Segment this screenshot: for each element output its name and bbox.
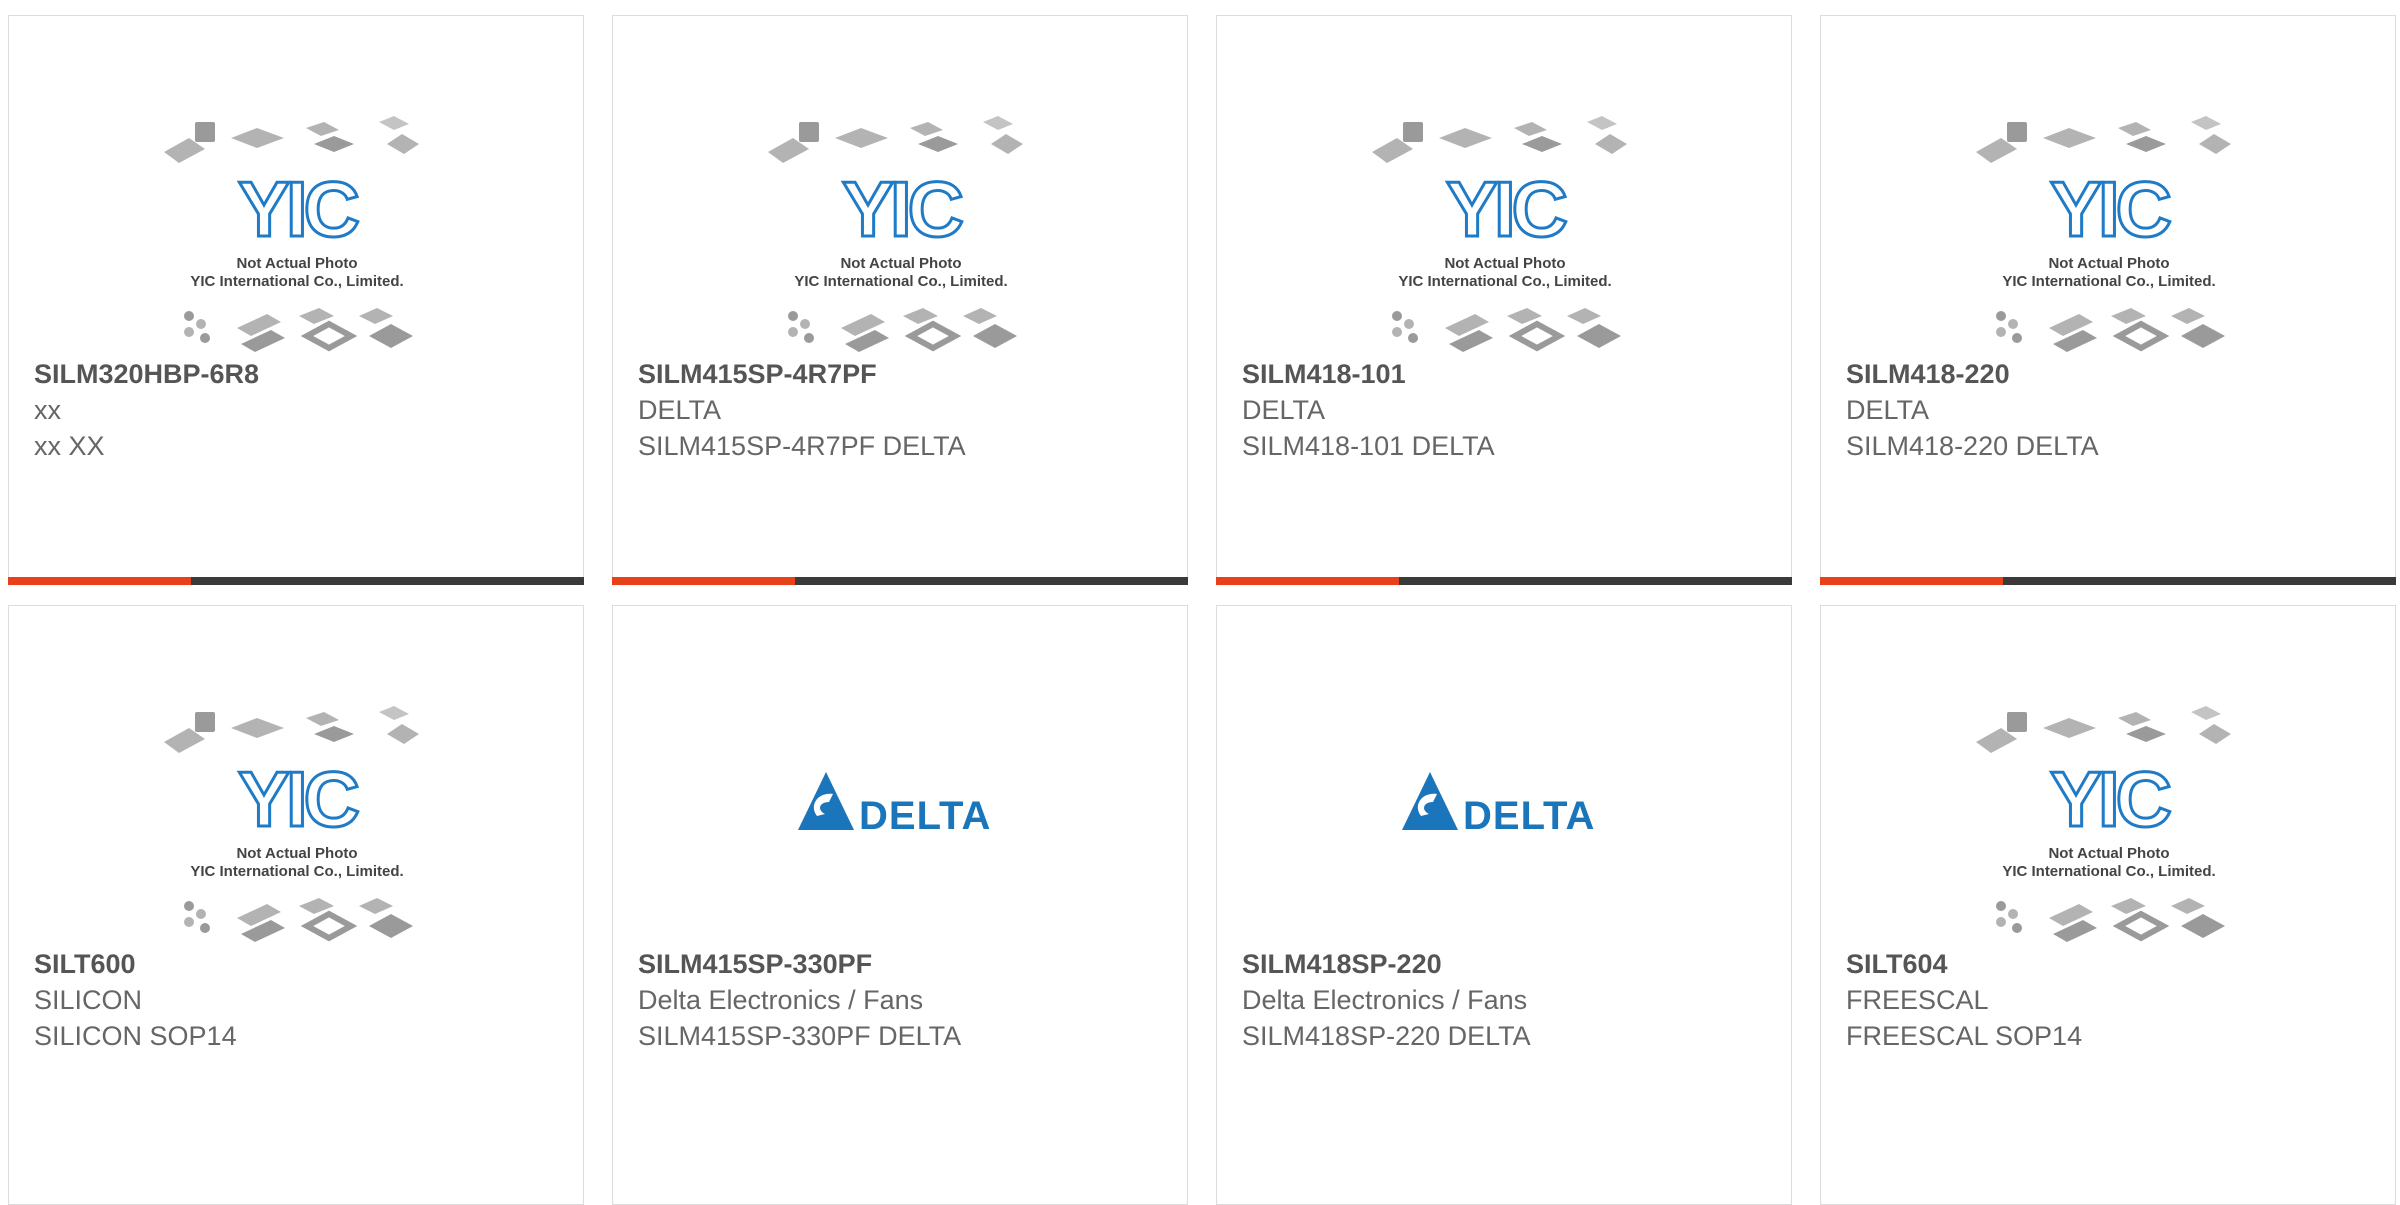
yic-logo-text: YIC: [238, 755, 359, 843]
product-card[interactable]: YIC Not Actual Photo YIC International Co.…: [1820, 15, 2396, 585]
card-bottom-bar: [1820, 577, 2396, 585]
card-bottom-bar: [8, 577, 584, 585]
yic-placeholder-image[interactable]: YIC Not Actual Photo YIC International Co.…: [9, 46, 583, 366]
delta-logo-text: DELTA: [1463, 794, 1595, 838]
company-name-label: YIC International Co., Limited.: [2002, 273, 2215, 290]
part-number[interactable]: SILM415SP-4R7PF: [638, 356, 1167, 392]
not-actual-photo-label: Not Actual Photo: [2048, 255, 2169, 272]
delta-logo-text: DELTA: [859, 794, 991, 838]
delta-logo-graphic: DELTA: [1402, 772, 1595, 838]
card-bottom-bar: [612, 577, 1188, 585]
description: SILICON SOP14: [34, 1021, 237, 1051]
product-card[interactable]: YIC Not Actual Photo YIC International Co.…: [1820, 605, 2396, 1205]
product-card[interactable]: DELTA SILM418SP-220 Delta Electronics / …: [1216, 605, 1792, 1205]
part-number[interactable]: SILM415SP-330PF: [638, 946, 1167, 982]
not-actual-photo-label: Not Actual Photo: [1444, 255, 1565, 272]
manufacturer: SILICON: [34, 985, 143, 1015]
yic-placeholder-graphic: YIC Not Actual PhotoYIC International Co.…: [164, 706, 419, 942]
description: xx XX: [34, 431, 105, 461]
delta-logo-image[interactable]: DELTA: [1217, 636, 1791, 956]
card-accent-bar: [1820, 577, 2003, 585]
product-grid: YIC Not Actual Photo YIC International Co.…: [0, 0, 2400, 1205]
description: SILM415SP-4R7PF DELTA: [638, 431, 966, 461]
part-number[interactable]: SILT604: [1846, 946, 2375, 982]
yic-placeholder-graphic: YIC Not Actual PhotoYIC International Co.…: [1372, 116, 1627, 352]
part-number[interactable]: SILM418-220: [1846, 356, 2375, 392]
product-card[interactable]: YIC Not Actual Photo YIC International Co.…: [1216, 15, 1792, 585]
manufacturer: Delta Electronics / Fans: [1242, 985, 1528, 1015]
company-name-label: YIC International Co., Limited.: [1398, 273, 1611, 290]
yic-logo-text: YIC: [1446, 165, 1567, 253]
yic-placeholder-graphic: YIC Not Actual PhotoYIC International Co.…: [164, 116, 419, 352]
yic-logo-text: YIC: [2050, 755, 2171, 843]
card-bottom-bar: [1216, 577, 1792, 585]
yic-placeholder-image[interactable]: YIC Not Actual Photo YIC International Co.…: [9, 636, 583, 956]
company-name-label: YIC International Co., Limited.: [794, 273, 1007, 290]
company-name-label: YIC International Co., Limited.: [190, 273, 403, 290]
part-number[interactable]: SILM418SP-220: [1242, 946, 1771, 982]
yic-logo-text: YIC: [842, 165, 963, 253]
yic-logo-text: YIC: [238, 165, 359, 253]
part-number[interactable]: SILM320HBP-6R8: [34, 356, 563, 392]
card-accent-bar: [1216, 577, 1399, 585]
delta-logo-image[interactable]: DELTA: [613, 636, 1187, 956]
delta-logo-graphic: DELTA: [798, 772, 991, 838]
product-card[interactable]: YIC Not Actual Photo YIC International Co.…: [8, 605, 584, 1205]
not-actual-photo-label: Not Actual Photo: [840, 255, 961, 272]
manufacturer: DELTA: [1242, 395, 1326, 425]
yic-placeholder-image[interactable]: YIC Not Actual Photo YIC International Co.…: [613, 46, 1187, 366]
description: FREESCAL SOP14: [1846, 1021, 2083, 1051]
not-actual-photo-label: Not Actual Photo: [2048, 845, 2169, 862]
product-card[interactable]: YIC Not Actual Photo YIC International Co.…: [8, 15, 584, 585]
product-card[interactable]: DELTA SILM415SP-330PF Delta Electronics …: [612, 605, 1188, 1205]
part-number[interactable]: SILM418-101: [1242, 356, 1771, 392]
description: SILM418SP-220 DELTA: [1242, 1021, 1531, 1051]
yic-placeholder-image[interactable]: YIC Not Actual Photo YIC International Co.…: [1821, 636, 2395, 956]
yic-placeholder-image[interactable]: YIC Not Actual Photo YIC International Co.…: [1217, 46, 1791, 366]
company-name-label: YIC International Co., Limited.: [2002, 863, 2215, 880]
not-actual-photo-label: Not Actual Photo: [236, 255, 357, 272]
yic-placeholder-graphic: YIC Not Actual PhotoYIC International Co.…: [768, 116, 1023, 352]
manufacturer: DELTA: [638, 395, 722, 425]
yic-logo-text: YIC: [2050, 165, 2171, 253]
card-accent-bar: [8, 577, 191, 585]
card-accent-bar: [612, 577, 795, 585]
yic-placeholder-image[interactable]: YIC Not Actual Photo YIC International Co.…: [1821, 46, 2395, 366]
manufacturer: FREESCAL: [1846, 985, 1989, 1015]
part-number[interactable]: SILT600: [34, 946, 563, 982]
manufacturer: xx: [34, 395, 61, 425]
not-actual-photo-label: Not Actual Photo: [236, 845, 357, 862]
description: SILM415SP-330PF DELTA: [638, 1021, 962, 1051]
yic-placeholder-graphic: YIC Not Actual PhotoYIC International Co.…: [1976, 706, 2231, 942]
product-card[interactable]: YIC Not Actual Photo YIC International Co.…: [612, 15, 1188, 585]
description: SILM418-101 DELTA: [1242, 431, 1495, 461]
company-name-label: YIC International Co., Limited.: [190, 863, 403, 880]
yic-placeholder-graphic: YIC Not Actual PhotoYIC International Co.…: [1976, 116, 2231, 352]
manufacturer: DELTA: [1846, 395, 1930, 425]
manufacturer: Delta Electronics / Fans: [638, 985, 924, 1015]
description: SILM418-220 DELTA: [1846, 431, 2099, 461]
